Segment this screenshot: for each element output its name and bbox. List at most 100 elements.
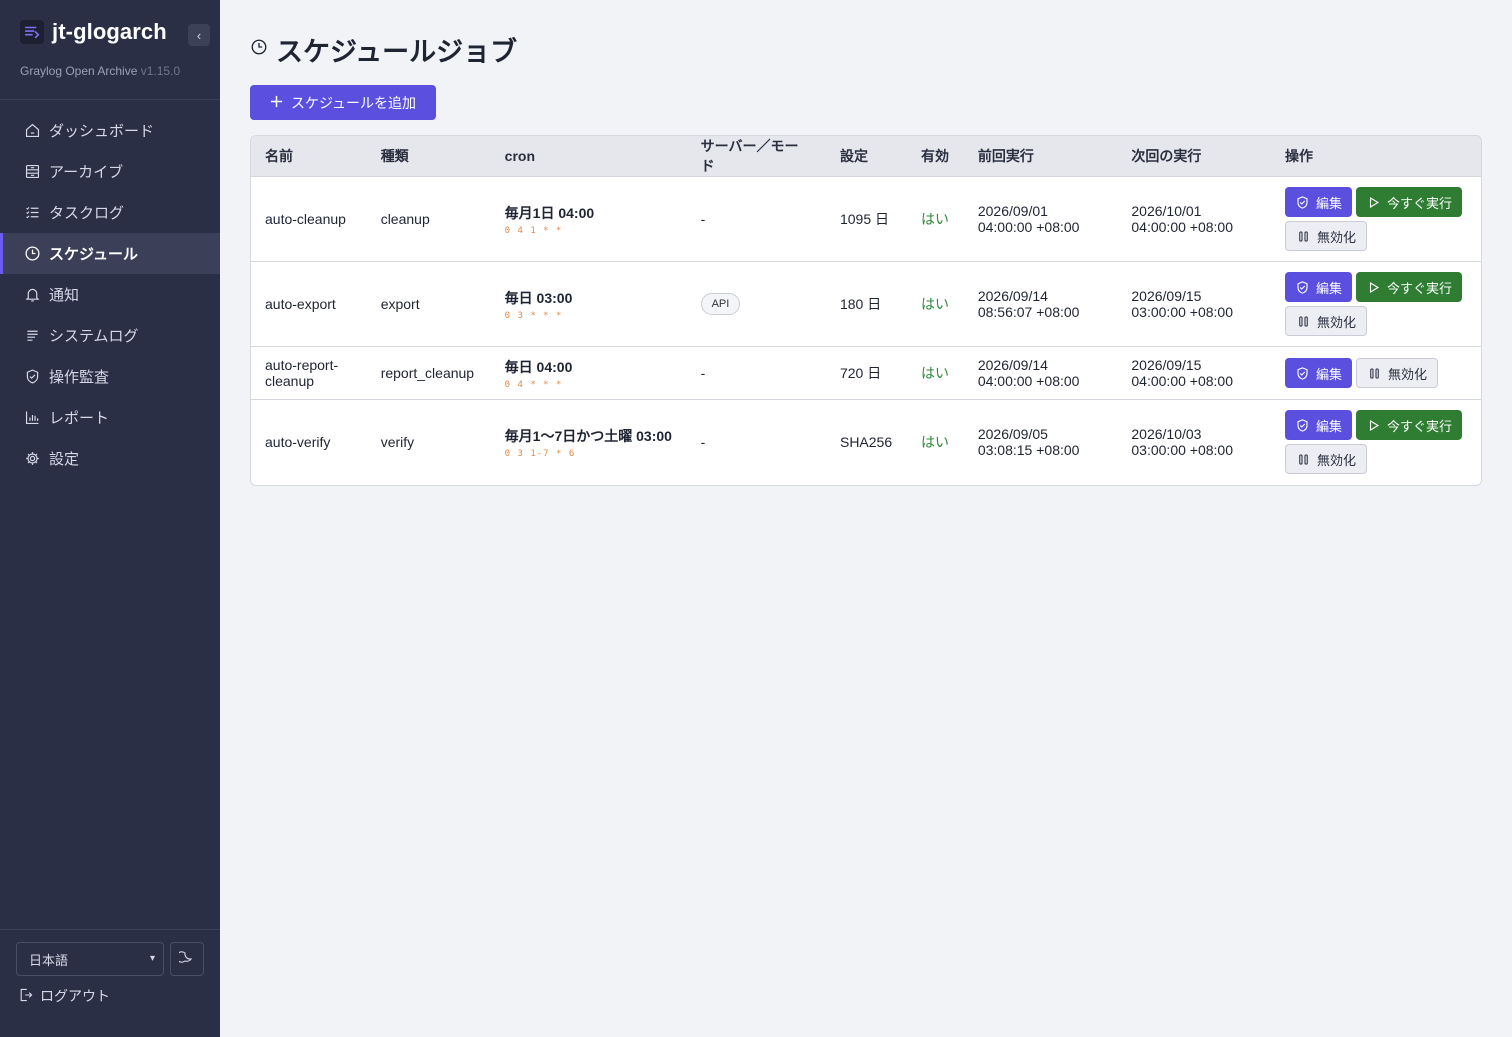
cell-cron: 毎月1日 04:00 0 4 1 * * (490, 176, 687, 262)
column-header-last-run[interactable]: 前回実行 (963, 136, 1118, 177)
edit-label: 編集 (1316, 418, 1343, 434)
sidebar-nav: ダッシュボード アーカイブ タスクログ スケジュール 通知 システムログ 操作監… (0, 110, 220, 479)
disable-label: 無効化 (1317, 229, 1357, 245)
table-header-row: 名前 種類 cron サーバー／モード 設定 有効 前回実行 次回の実行 操作 (251, 136, 1481, 177)
play-icon (1369, 281, 1380, 293)
sidebar-item-label: スケジュール (49, 246, 138, 263)
column-header-cron[interactable]: cron (490, 136, 687, 177)
edit-label: 編集 (1316, 195, 1343, 211)
edit-button[interactable]: 編集 (1285, 187, 1353, 217)
table-row: auto-report- cleanup report_cleanup 毎日 0… (251, 346, 1481, 400)
cell-enabled: はい (906, 261, 964, 347)
next-run-time: 04:00:00 +08:00 (1131, 219, 1233, 235)
cron-description: 毎日 03:00 (504, 289, 573, 306)
cell-actions: 編集 今すぐ実行 無効化 (1271, 176, 1481, 262)
sidebar-item-task-log[interactable]: タスクログ (0, 192, 220, 233)
edit-label: 編集 (1316, 366, 1343, 382)
cron-description: 毎月1日 04:00 (504, 204, 595, 221)
sidebar-item-archive[interactable]: アーカイブ (0, 151, 220, 192)
disable-button[interactable]: 無効化 (1356, 358, 1439, 388)
sidebar-item-dashboard[interactable]: ダッシュボード (0, 110, 220, 151)
cell-setting: 720 日 (825, 346, 907, 400)
shield-check-icon (1297, 419, 1308, 432)
column-header-setting[interactable]: 設定 (825, 136, 907, 177)
add-schedule-button[interactable]: スケジュールを追加 (250, 85, 436, 120)
log-lines-icon (23, 327, 41, 345)
run-now-button[interactable]: 今すぐ実行 (1356, 272, 1463, 302)
logout-link[interactable]: ログアウト (18, 986, 110, 1006)
next-run-time: 04:00:00 +08:00 (1131, 373, 1233, 389)
sidebar-divider (0, 99, 220, 100)
shield-check-icon (1297, 366, 1308, 380)
cron-expression: 0 4 * * * (504, 379, 563, 390)
cron-expression: 0 3 1-7 * 6 (504, 448, 576, 459)
collapse-sidebar-button[interactable]: ‹ (188, 24, 210, 46)
table-row: auto-cleanup cleanup 毎月1日 04:00 0 4 1 * … (251, 176, 1481, 262)
edit-button[interactable]: 編集 (1285, 410, 1353, 441)
column-header-name[interactable]: 名前 (251, 136, 367, 177)
cell-enabled: はい (906, 176, 964, 262)
theme-toggle-button[interactable] (170, 942, 204, 976)
run-now-label: 今すぐ実行 (1387, 195, 1453, 211)
sidebar-item-label: 操作監査 (49, 369, 110, 386)
language-select[interactable]: 日本語 ▾ (16, 942, 164, 976)
chevron-down-icon: ▾ (149, 953, 155, 964)
last-run-date: 2026/09/14 (977, 288, 1048, 304)
cell-server-mode: - (686, 346, 826, 400)
last-run-time: 04:00:00 +08:00 (977, 373, 1080, 389)
sidebar-item-audit[interactable]: 操作監査 (0, 356, 220, 397)
sidebar-item-reports[interactable]: レポート (0, 397, 220, 438)
bar-chart-icon (23, 409, 41, 427)
table-row: auto-export export 毎日 03:00 0 3 * * * AP… (251, 261, 1481, 347)
sidebar-item-system-log[interactable]: システムログ (0, 315, 220, 356)
column-header-enabled[interactable]: 有効 (906, 136, 964, 177)
pause-icon (1299, 454, 1308, 465)
cell-cron: 毎日 03:00 0 3 * * * (490, 261, 687, 347)
edit-button[interactable]: 編集 (1285, 272, 1353, 302)
cell-actions: 編集 今すぐ実行 無効化 (1271, 400, 1481, 485)
last-run-time: 03:08:15 +08:00 (977, 442, 1080, 459)
run-now-label: 今すぐ実行 (1387, 418, 1453, 434)
column-header-type[interactable]: 種類 (366, 136, 491, 177)
last-run-date: 2026/09/01 (977, 203, 1048, 219)
edit-button[interactable]: 編集 (1285, 358, 1353, 388)
sidebar-item-schedule[interactable]: スケジュール (0, 233, 220, 274)
disable-label: 無効化 (1388, 366, 1428, 382)
cell-next-run: 2026/10/03 03:00:00 +08:00 (1117, 400, 1271, 485)
pause-icon (1299, 315, 1308, 327)
pause-icon (1299, 230, 1308, 242)
play-icon (1369, 196, 1380, 208)
sidebar-item-label: 設定 (49, 451, 80, 468)
next-run-date: 2026/09/15 (1131, 357, 1202, 373)
app-version: v1.15.0 (140, 64, 181, 78)
sidebar-item-label: アーカイブ (49, 164, 124, 181)
next-run-time: 03:00:00 +08:00 (1131, 442, 1233, 459)
disable-label: 無効化 (1317, 314, 1357, 330)
next-run-date: 2026/10/03 (1131, 426, 1202, 443)
cell-setting: SHA256 (839, 434, 893, 451)
sidebar-item-settings[interactable]: 設定 (0, 438, 220, 479)
disable-label: 無効化 (1317, 452, 1357, 468)
page-header: スケジュールジョブ (250, 30, 517, 69)
disable-button[interactable]: 無効化 (1285, 221, 1368, 251)
column-header-server-mode[interactable]: サーバー／モード (686, 136, 826, 177)
disable-button[interactable]: 無効化 (1285, 444, 1368, 475)
shield-check-icon (23, 368, 41, 386)
mode-badge: API (700, 293, 741, 315)
sidebar-item-notifications[interactable]: 通知 (0, 274, 220, 315)
column-header-next-run[interactable]: 次回の実行 (1117, 136, 1271, 177)
app-name: jt-glogarch (52, 19, 167, 44)
sidebar-item-label: 通知 (49, 287, 80, 304)
clock-icon (23, 245, 41, 263)
play-icon (1369, 419, 1380, 431)
cell-actions: 編集 無効化 (1271, 346, 1481, 400)
run-now-button[interactable]: 今すぐ実行 (1356, 187, 1463, 217)
plus-icon (270, 95, 283, 111)
sidebar-item-label: ダッシュボード (49, 123, 155, 140)
archive-icon (23, 163, 41, 181)
brand[interactable]: jt-glogarch (20, 19, 167, 45)
disable-button[interactable]: 無効化 (1285, 306, 1368, 336)
column-header-actions: 操作 (1271, 136, 1481, 177)
run-now-button[interactable]: 今すぐ実行 (1356, 410, 1463, 441)
sidebar-bottom-divider (0, 929, 220, 930)
